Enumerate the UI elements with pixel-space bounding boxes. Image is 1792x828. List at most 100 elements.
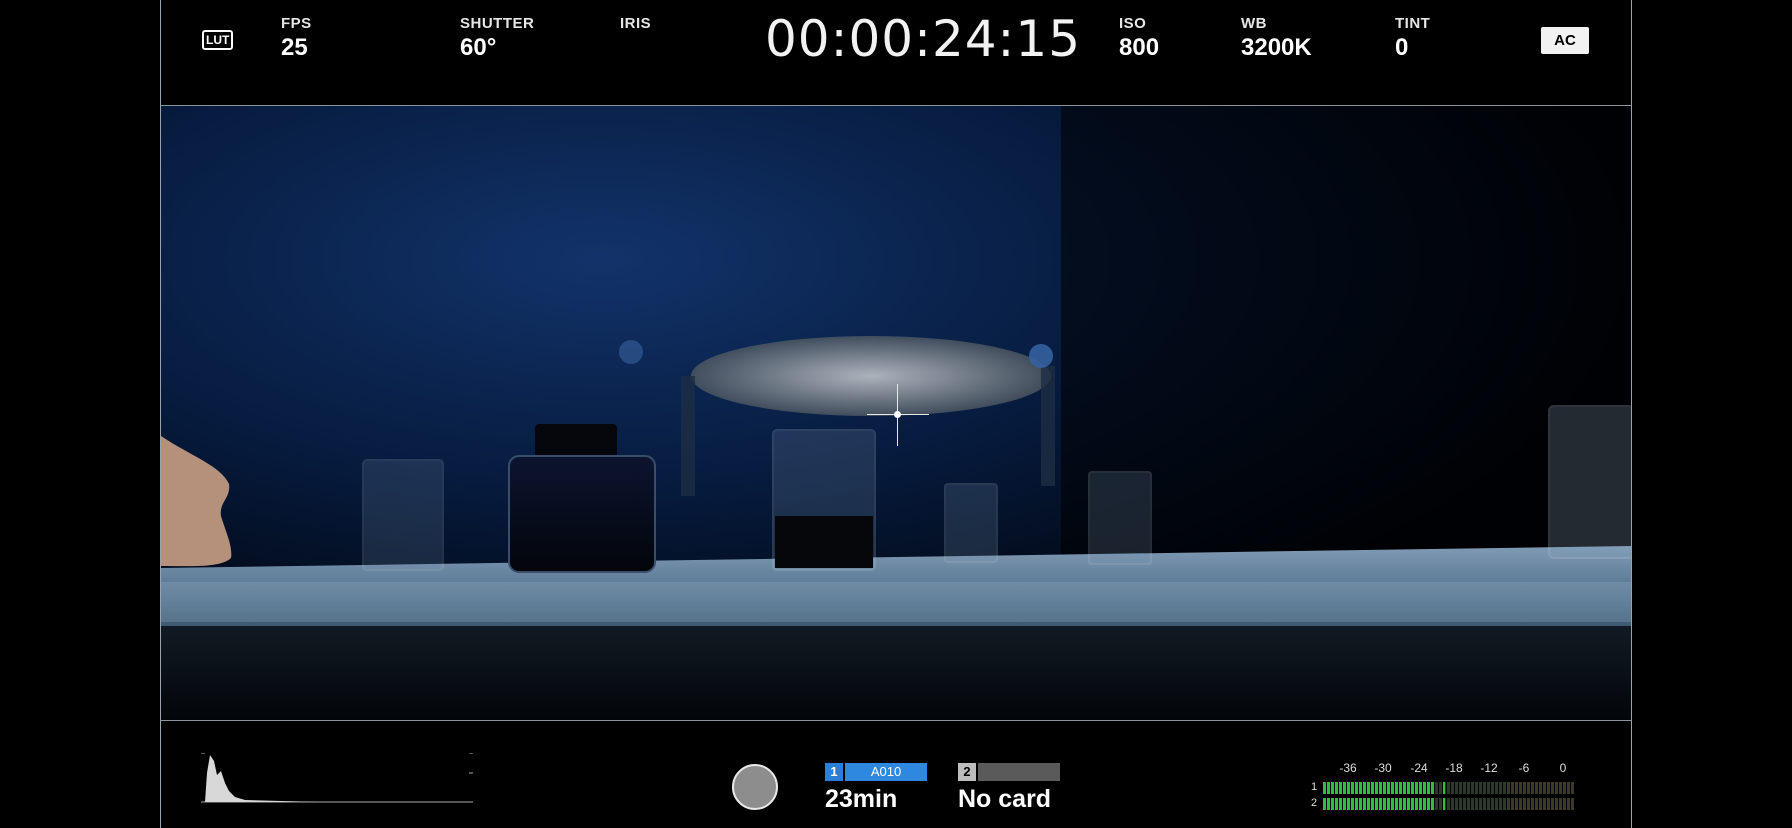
card-slot-2-remaining: No card <box>958 785 1052 813</box>
audio-meter-segment <box>1331 782 1334 794</box>
tint-control[interactable]: TINT 0 <box>1395 15 1430 62</box>
audio-meter-segment <box>1487 782 1490 794</box>
audio-meter-segment <box>1391 798 1394 810</box>
fps-value: 25 <box>281 34 308 61</box>
audio-meter-segment <box>1567 782 1570 794</box>
shutter-control[interactable]: SHUTTER 60° <box>460 15 534 62</box>
wb-value: 3200K <box>1241 34 1312 61</box>
audio-scale-tick: -12 <box>1480 761 1498 775</box>
audio-scale-tick: 0 <box>1559 761 1567 775</box>
audio-meter-segment <box>1419 798 1422 810</box>
audio-meter-segment <box>1567 798 1570 810</box>
tint-value: 0 <box>1395 34 1409 61</box>
lut-label: LUT <box>202 30 234 50</box>
audio-meter-segment <box>1395 782 1398 794</box>
shutter-label: SHUTTER <box>460 15 535 32</box>
audio-meter-segment <box>1563 798 1566 810</box>
audio-meter-segment <box>1463 782 1466 794</box>
lut-button[interactable]: LUT <box>202 28 238 56</box>
card-slot-2[interactable]: 2 No card <box>958 763 1060 814</box>
card-slot-1-clip: A010 <box>845 763 927 781</box>
audio-meter-segment <box>1463 798 1466 810</box>
audio-meter-segment <box>1339 798 1342 810</box>
audio-meter-segment <box>1475 798 1478 810</box>
audio-meter-segment <box>1419 782 1422 794</box>
iris-control[interactable]: IRIS <box>620 15 651 34</box>
audio-meter-segment <box>1447 798 1450 810</box>
audio-meter-segment <box>1547 782 1550 794</box>
audio-meter-segment <box>1383 782 1386 794</box>
audio-meter-segment <box>1343 798 1346 810</box>
audio-meter-segment <box>1323 798 1326 810</box>
audio-meter-segment <box>1499 798 1502 810</box>
audio-scale-tick: -24 <box>1410 761 1428 775</box>
audio-meter-segment <box>1343 782 1346 794</box>
audio-meter-segment <box>1435 782 1438 794</box>
audio-meter-segment <box>1435 798 1438 810</box>
audio-meter-segment <box>1503 782 1506 794</box>
audio-meter-segment <box>1371 782 1374 794</box>
audio-meter-segment <box>1479 782 1482 794</box>
timecode-display[interactable]: 00:00:24:15 <box>765 10 1081 68</box>
card-slot-1[interactable]: 1 A010 23min <box>825 763 927 814</box>
audio-channel-2-label: 2 <box>1311 797 1318 809</box>
audio-meter-peak <box>1443 782 1445 794</box>
record-button[interactable] <box>732 764 778 810</box>
iso-value: 800 <box>1119 34 1160 61</box>
audio-meter-segment <box>1439 798 1442 810</box>
audio-meter-segment <box>1383 798 1386 810</box>
histogram[interactable] <box>201 753 473 803</box>
iris-label: IRIS <box>620 15 652 32</box>
ac-button[interactable]: AC <box>1541 27 1589 54</box>
center-marker-dot <box>894 411 901 418</box>
audio-meter-segment <box>1451 798 1454 810</box>
card-slot-1-number: 1 <box>825 763 845 781</box>
audio-meter-segment <box>1467 798 1470 810</box>
audio-meter-segment <box>1427 798 1430 810</box>
audio-scale-tick: -18 <box>1445 761 1463 775</box>
card-slot-1-bar: 1 A010 <box>825 763 927 781</box>
audio-meter-segment <box>1423 798 1426 810</box>
audio-meter-segment <box>1515 798 1518 810</box>
audio-meter-segment <box>1487 798 1490 810</box>
audio-meter-segment <box>1523 782 1526 794</box>
audio-meter-segment <box>1407 782 1410 794</box>
audio-meter-segment <box>1403 782 1406 794</box>
live-view[interactable] <box>161 106 1631 720</box>
audio-meter-segment <box>1507 798 1510 810</box>
audio-meter-segment <box>1535 782 1538 794</box>
audio-channel-1-bar <box>1323 782 1574 794</box>
camera-monitor: LUT FPS 25 SHUTTER 60° IRIS 00:00:24:15 … <box>160 0 1632 828</box>
audio-meter-segment <box>1391 782 1394 794</box>
audio-meter-segment <box>1543 782 1546 794</box>
audio-meter-segment <box>1507 782 1510 794</box>
audio-meter-segment <box>1347 798 1350 810</box>
audio-meter-segment <box>1455 798 1458 810</box>
audio-meter-segment <box>1539 782 1542 794</box>
audio-meter-segment <box>1531 782 1534 794</box>
audio-scale-tick: -30 <box>1374 761 1392 775</box>
audio-meter[interactable]: -36 -30 -24 -18 -12 -6 0 1 2 <box>1311 761 1585 821</box>
audio-meter-segment <box>1531 798 1534 810</box>
audio-meter-segment <box>1519 782 1522 794</box>
fps-control[interactable]: FPS 25 <box>281 15 312 62</box>
wb-control[interactable]: WB 3200K <box>1241 15 1312 62</box>
audio-meter-segment <box>1375 782 1378 794</box>
audio-channel-2-bar <box>1323 798 1574 810</box>
audio-meter-segment <box>1527 798 1530 810</box>
audio-scale-tick: -36 <box>1339 761 1357 775</box>
audio-meter-peak <box>1443 798 1445 810</box>
audio-meter-segment <box>1431 782 1434 794</box>
audio-meter-segment <box>1411 798 1414 810</box>
audio-meter-segment <box>1459 782 1462 794</box>
iso-control[interactable]: ISO 800 <box>1119 15 1159 62</box>
audio-meter-segment <box>1351 782 1354 794</box>
audio-meter-segment <box>1495 782 1498 794</box>
audio-meter-segment <box>1555 798 1558 810</box>
audio-channel-1-label: 1 <box>1311 781 1318 793</box>
audio-meter-segment <box>1555 782 1558 794</box>
audio-meter-segment <box>1387 798 1390 810</box>
audio-meter-segment <box>1515 782 1518 794</box>
audio-meter-segment <box>1331 798 1334 810</box>
audio-meter-segment <box>1367 782 1370 794</box>
